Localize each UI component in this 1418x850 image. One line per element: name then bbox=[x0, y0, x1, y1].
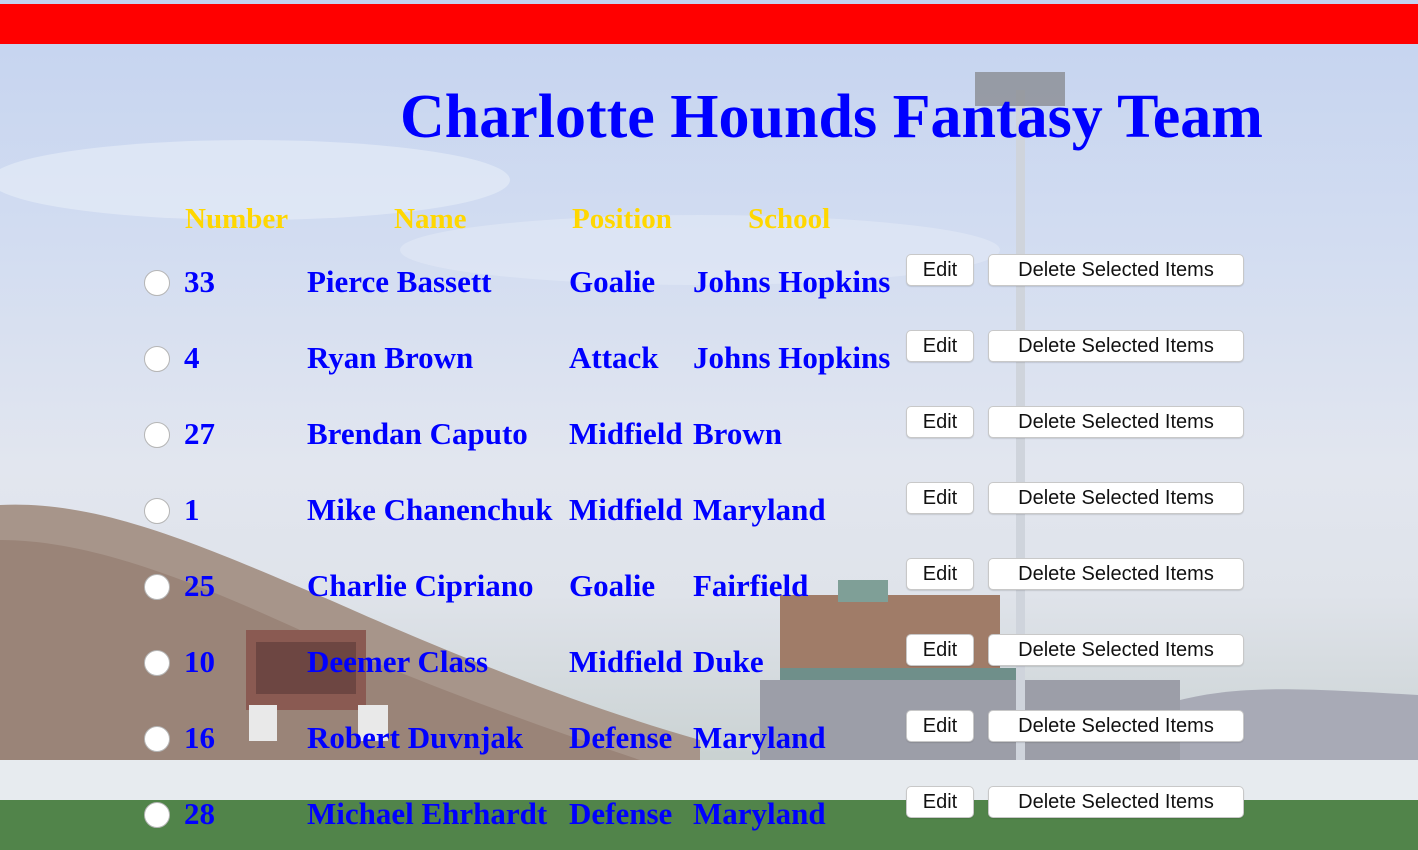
row-select-radio[interactable] bbox=[144, 498, 170, 524]
delete-selected-button[interactable]: Delete Selected Items bbox=[988, 406, 1244, 438]
edit-button[interactable]: Edit bbox=[906, 254, 974, 286]
table-row: 25 Charlie Cipriano Goalie Fairfield Edi… bbox=[0, 558, 1418, 614]
row-select-radio[interactable] bbox=[144, 422, 170, 448]
table-row: 10 Deemer Class Midfield Duke Edit Delet… bbox=[0, 634, 1418, 690]
edit-button[interactable]: Edit bbox=[906, 786, 974, 818]
header-bar bbox=[0, 4, 1418, 44]
edit-button[interactable]: Edit bbox=[906, 558, 974, 590]
edit-button[interactable]: Edit bbox=[906, 710, 974, 742]
player-position: Defense bbox=[569, 796, 673, 831]
player-position: Midfield bbox=[569, 492, 683, 527]
delete-selected-button[interactable]: Delete Selected Items bbox=[988, 710, 1244, 742]
table-row: 1 Mike Chanenchuk Midfield Maryland Edit… bbox=[0, 482, 1418, 538]
player-position: Goalie bbox=[569, 264, 656, 299]
player-number: 16 bbox=[184, 720, 215, 755]
player-number: 1 bbox=[184, 492, 200, 527]
column-header-number: Number bbox=[185, 203, 289, 235]
column-header-name: Name bbox=[394, 203, 467, 235]
edit-button[interactable]: Edit bbox=[906, 330, 974, 362]
table-row: 16 Robert Duvnjak Defense Maryland Edit … bbox=[0, 710, 1418, 766]
player-school: Maryland bbox=[693, 796, 826, 831]
player-school: Johns Hopkins bbox=[693, 340, 891, 375]
player-name: Brendan Caputo bbox=[307, 416, 528, 451]
player-position: Midfield bbox=[569, 416, 683, 451]
player-position: Midfield bbox=[569, 644, 683, 679]
row-select-radio[interactable] bbox=[144, 270, 170, 296]
player-school: Maryland bbox=[693, 492, 826, 527]
table-row: 28 Michael Ehrhardt Defense Maryland Edi… bbox=[0, 786, 1418, 842]
player-school: Maryland bbox=[693, 720, 826, 755]
player-name: Deemer Class bbox=[307, 644, 489, 679]
delete-selected-button[interactable]: Delete Selected Items bbox=[988, 634, 1244, 666]
player-position: Defense bbox=[569, 720, 673, 755]
player-school: Johns Hopkins bbox=[693, 264, 891, 299]
player-number: 33 bbox=[184, 264, 215, 299]
delete-selected-button[interactable]: Delete Selected Items bbox=[988, 330, 1244, 362]
player-number: 27 bbox=[184, 416, 215, 451]
player-name: Mike Chanenchuk bbox=[307, 492, 553, 527]
delete-selected-button[interactable]: Delete Selected Items bbox=[988, 786, 1244, 818]
player-school: Brown bbox=[693, 416, 783, 451]
table-row: 4 Ryan Brown Attack Johns Hopkins Edit D… bbox=[0, 330, 1418, 386]
edit-button[interactable]: Edit bbox=[906, 406, 974, 438]
player-school: Fairfield bbox=[693, 568, 809, 603]
player-name: Michael Ehrhardt bbox=[307, 796, 548, 831]
table-row: 27 Brendan Caputo Midfield Brown Edit De… bbox=[0, 406, 1418, 462]
player-name: Ryan Brown bbox=[307, 340, 474, 375]
player-number: 25 bbox=[184, 568, 215, 603]
player-position: Goalie bbox=[569, 568, 656, 603]
player-school: Duke bbox=[693, 644, 764, 679]
row-select-radio[interactable] bbox=[144, 802, 170, 828]
row-select-radio[interactable] bbox=[144, 650, 170, 676]
row-select-radio[interactable] bbox=[144, 726, 170, 752]
player-number: 4 bbox=[184, 340, 200, 375]
edit-button[interactable]: Edit bbox=[906, 634, 974, 666]
player-name: Charlie Cipriano bbox=[307, 568, 534, 603]
delete-selected-button[interactable]: Delete Selected Items bbox=[988, 482, 1244, 514]
player-number: 10 bbox=[184, 644, 215, 679]
row-select-radio[interactable] bbox=[144, 574, 170, 600]
column-header-position: Position bbox=[572, 203, 672, 235]
table-row: 33 Pierce Bassett Goalie Johns Hopkins E… bbox=[0, 254, 1418, 310]
player-position: Attack bbox=[569, 340, 659, 375]
player-name: Robert Duvnjak bbox=[307, 720, 524, 755]
page-title: Charlotte Hounds Fantasy Team bbox=[400, 83, 1263, 151]
delete-selected-button[interactable]: Delete Selected Items bbox=[988, 558, 1244, 590]
delete-selected-button[interactable]: Delete Selected Items bbox=[988, 254, 1244, 286]
row-select-radio[interactable] bbox=[144, 346, 170, 372]
edit-button[interactable]: Edit bbox=[906, 482, 974, 514]
column-header-school: School bbox=[748, 203, 831, 235]
player-number: 28 bbox=[184, 796, 215, 831]
player-name: Pierce Bassett bbox=[307, 264, 492, 299]
